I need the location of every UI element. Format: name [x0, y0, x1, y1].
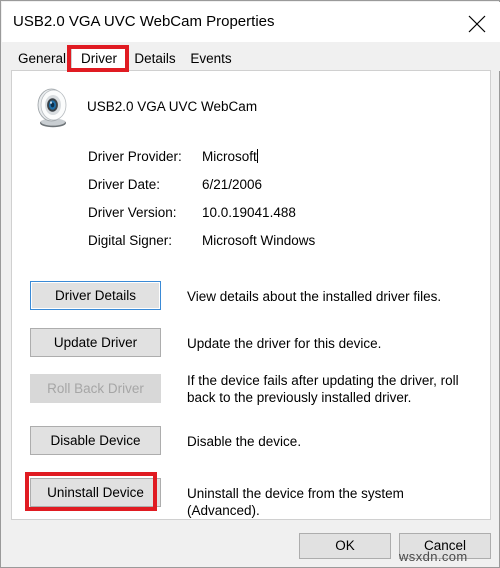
driver-tab-panel: USB2.0 VGA UVC WebCam Driver Provider: M…	[11, 70, 491, 520]
digital-signer-value: Microsoft Windows	[202, 233, 316, 248]
watermark: wsxdn.com	[399, 549, 468, 564]
tab-general[interactable]: General	[13, 45, 71, 71]
webcam-icon	[34, 87, 72, 129]
roll-back-driver-button: Roll Back Driver	[30, 374, 161, 403]
driver-date-value: 6/21/2006	[202, 177, 263, 192]
text-caret	[256, 149, 258, 163]
device-name: USB2.0 VGA UVC WebCam	[87, 99, 258, 114]
tab-strip: General Driver Details Events	[2, 42, 500, 71]
update-driver-description: Update the driver for this device.	[187, 336, 382, 351]
uninstall-device-button[interactable]: Uninstall Device	[30, 478, 161, 507]
roll-back-driver-description: If the device fails after updating the d…	[187, 373, 459, 405]
tab-driver-label: Driver	[81, 51, 117, 66]
window-title: USB2.0 VGA UVC WebCam Properties	[13, 13, 275, 30]
disable-device-description: Disable the device.	[187, 434, 302, 449]
title-bar: USB2.0 VGA UVC WebCam Properties	[2, 2, 500, 42]
ok-button[interactable]: OK	[299, 533, 391, 559]
driver-version-label: Driver Version:	[88, 205, 177, 220]
close-button[interactable]	[454, 2, 500, 42]
tab-details-label: Details	[134, 51, 176, 66]
tab-driver[interactable]: Driver	[71, 45, 127, 71]
uninstall-device-description: Uninstall the device from the system (Ad…	[187, 486, 404, 518]
driver-provider-value: Microsoft	[202, 149, 258, 164]
driver-details-description: View details about the installed driver …	[187, 289, 442, 304]
update-driver-button[interactable]: Update Driver	[30, 328, 161, 357]
disable-device-button[interactable]: Disable Device	[30, 426, 161, 455]
device-properties-dialog: USB2.0 VGA UVC WebCam Properties General…	[0, 0, 500, 568]
digital-signer-label: Digital Signer:	[88, 233, 173, 248]
driver-details-button[interactable]: Driver Details	[30, 281, 161, 310]
driver-version-value: 10.0.19041.488	[202, 205, 296, 220]
driver-provider-text: Microsoft	[202, 149, 257, 164]
tab-details[interactable]: Details	[127, 45, 183, 71]
driver-date-label: Driver Date:	[88, 177, 161, 192]
tab-general-label: General	[17, 51, 67, 66]
tab-events[interactable]: Events	[183, 45, 239, 71]
driver-provider-label: Driver Provider:	[88, 149, 182, 164]
tab-events-label: Events	[190, 51, 232, 66]
